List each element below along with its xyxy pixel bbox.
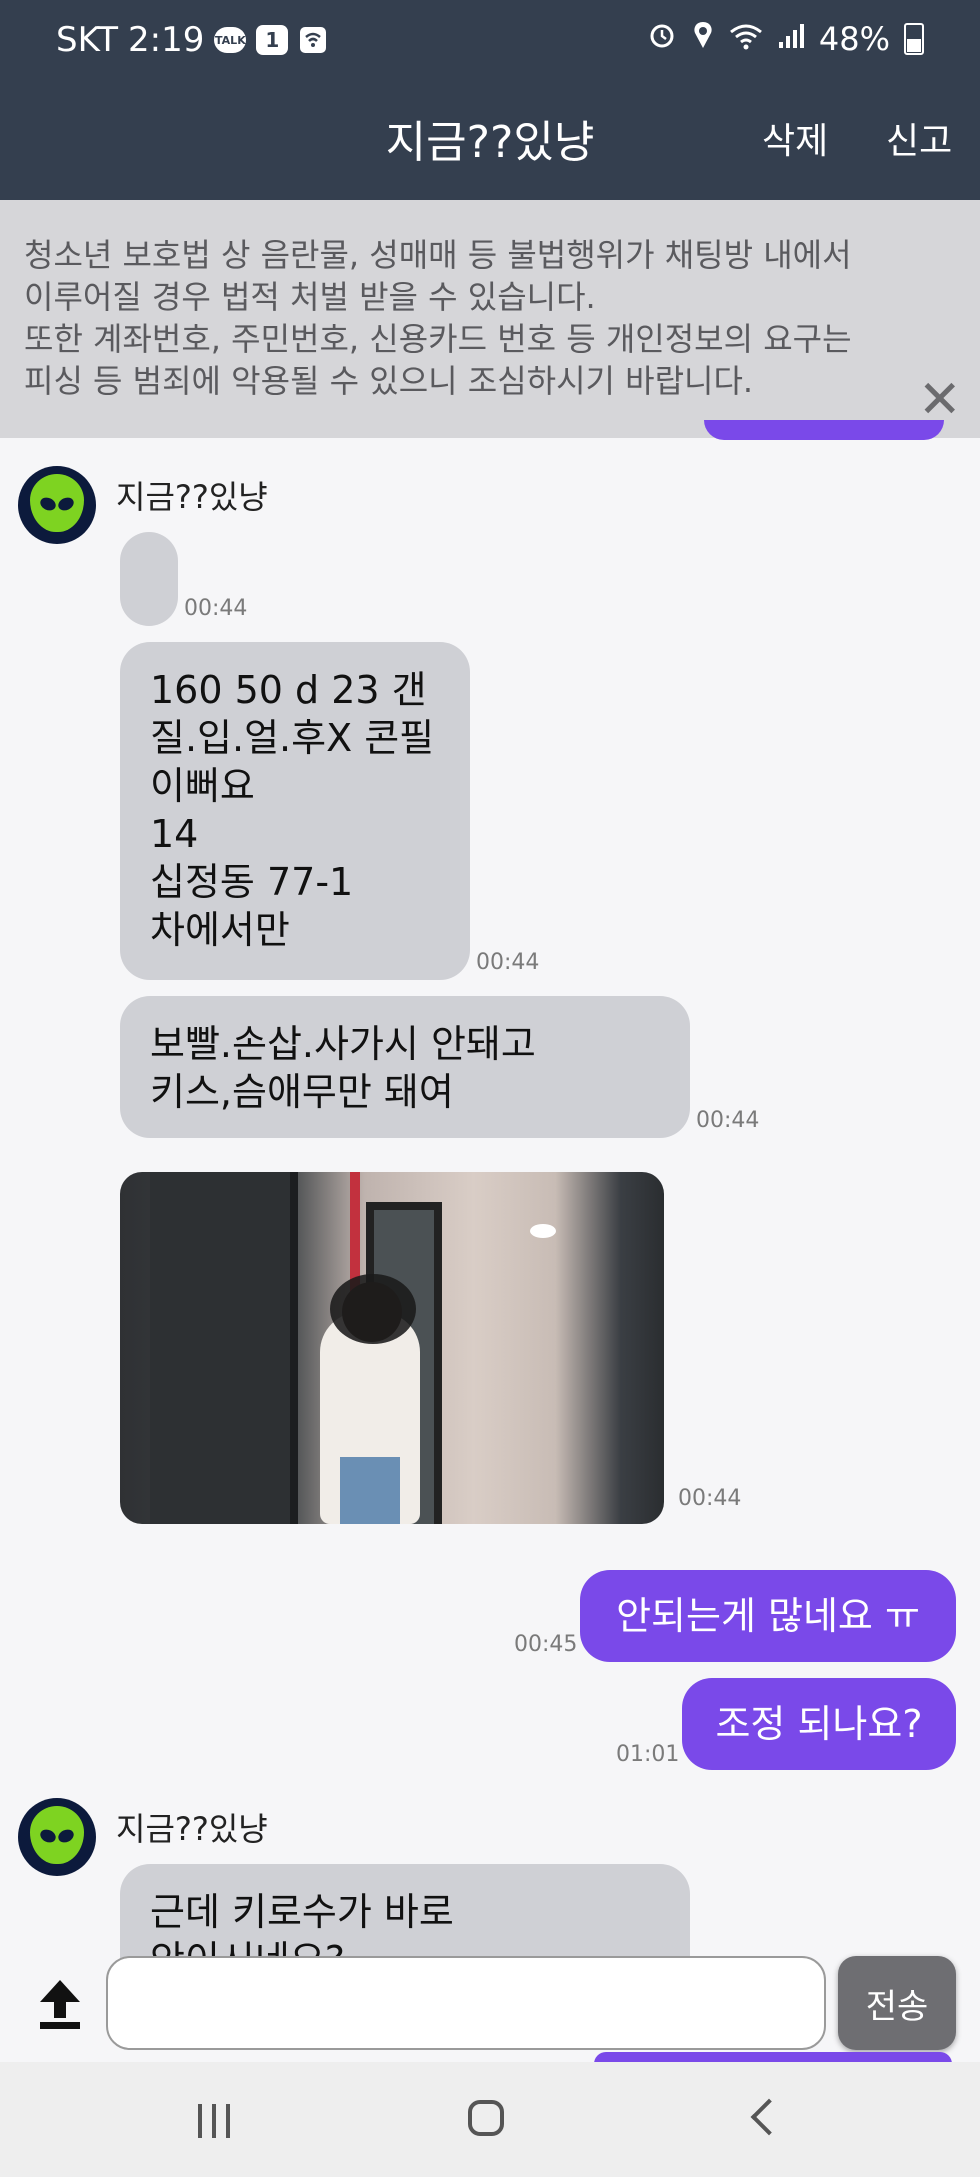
notice-line: 또한 계좌번호, 주민번호, 신용카드 번호 등 개인정보의 요구는 [24, 320, 852, 358]
clock: 2:19 [128, 20, 205, 60]
notice-line: 청소년 보호법 상 음란물, 성매매 등 불법행위가 채팅방 내에서 [24, 236, 852, 274]
battery-percent: 48% [818, 20, 890, 58]
message-input[interactable] [106, 1956, 826, 2050]
image-message[interactable] [120, 1172, 664, 1524]
status-right: 48% [647, 20, 924, 58]
status-left: SKT 2:19 TALK 1 [56, 20, 328, 60]
sender-name: 지금??있냥 [116, 1810, 268, 1848]
location-icon [691, 20, 715, 58]
message-time: 00:44 [696, 1108, 760, 1133]
home-icon[interactable] [468, 2100, 504, 2136]
wifi-icon [729, 20, 763, 58]
redaction-scribble [330, 1274, 416, 1344]
message-input-bar: 전송 [0, 1952, 980, 2062]
carrier: SKT [56, 20, 119, 60]
talk-icon: TALK [214, 27, 247, 53]
legal-notice-banner: 청소년 보호법 상 음란물, 성매매 등 불법행위가 채팅방 내에서 이루어질 … [0, 200, 980, 438]
my-message-bubble-partial [704, 420, 944, 440]
back-icon[interactable] [750, 2098, 788, 2136]
message-time: 01:01 [616, 1742, 680, 1767]
signal-icon [777, 20, 805, 58]
message-bubble[interactable] [120, 532, 178, 626]
upload-icon[interactable] [40, 1980, 80, 2030]
message-bubble[interactable]: 160 50 d 23 갠 질.입.얼.후X 콘필 이뻐요 14 십정동 77-… [120, 642, 470, 980]
chat-title: 지금??있냥 [385, 117, 595, 168]
notice-line: 이루어질 경우 법적 처벌 받을 수 있습니다. [24, 278, 596, 316]
sender-name: 지금??있냥 [116, 478, 268, 516]
app-bar: 지금??있냥 삭제 신고 [0, 80, 980, 200]
message-time: 00:45 [514, 1632, 578, 1657]
notice-line: 피싱 등 범죄에 악용될 수 있으니 조심하시기 바랍니다. [24, 362, 754, 400]
notification-badge-icon: 1 [256, 25, 289, 55]
recent-apps-icon[interactable] [196, 2104, 232, 2138]
alien-avatar-icon[interactable] [18, 466, 96, 544]
wifi-calling-icon [298, 25, 328, 55]
alien-avatar-icon[interactable] [18, 1798, 96, 1876]
status-bar: SKT 2:19 TALK 1 48% [0, 0, 980, 80]
alarm-icon [647, 20, 677, 58]
send-button[interactable]: 전송 [838, 1956, 956, 2050]
my-message-bubble[interactable]: 조정 되나요? [682, 1678, 956, 1770]
message-time: 00:44 [678, 1486, 742, 1511]
report-button[interactable]: 신고 [886, 112, 952, 164]
message-time: 00:44 [184, 596, 248, 621]
message-bubble[interactable]: 보빨.손삽.사가시 안돼고 키스,슴애무만 돼여 [120, 996, 690, 1138]
message-time: 00:44 [476, 950, 540, 975]
battery-icon [904, 23, 924, 55]
system-nav-bar [0, 2062, 980, 2177]
my-message-bubble[interactable]: 안되는게 많네요 ㅠ [580, 1570, 956, 1662]
close-icon[interactable]: ✕ [918, 374, 962, 426]
message-bubble[interactable]: 근데 키로수가 바로 안이시네요? [120, 1864, 690, 1960]
delete-button[interactable]: 삭제 [762, 112, 828, 164]
